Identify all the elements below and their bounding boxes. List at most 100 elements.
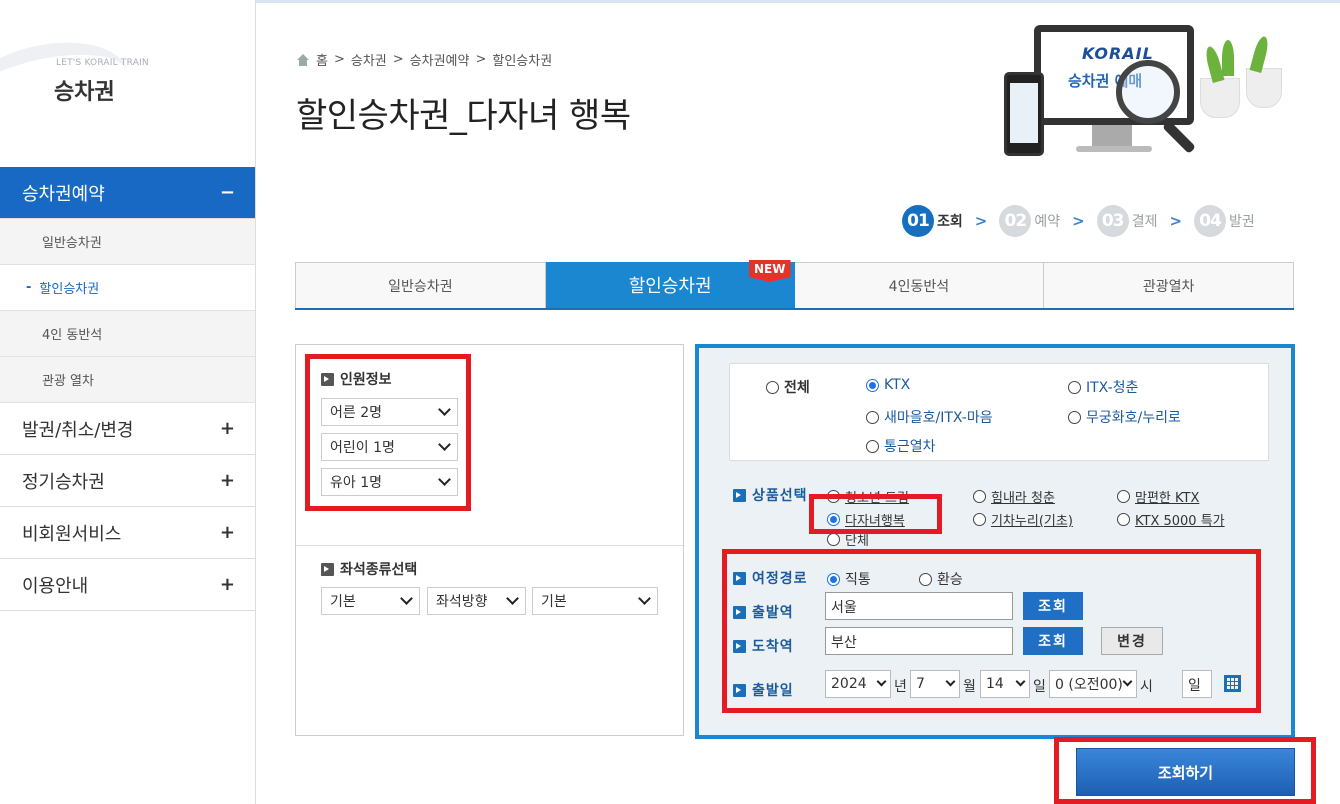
radio-label: 기차누리(기초) [991,514,1073,529]
select-value: 어른 2명 [330,405,382,421]
home-icon[interactable] [296,53,310,66]
menu-label: 발권/취소/변경 [22,419,134,441]
menu-guest-service[interactable]: 비회원서비스 + [0,507,255,559]
radio-label: 맘편한 KTX [1135,491,1200,506]
menu-ticket-reservation[interactable]: 승차권예약 − [0,167,255,219]
swap-stations-button[interactable]: 변경 [1101,627,1163,655]
product-multi-child-radio[interactable]: 다자녀행복 [827,510,905,529]
arrival-search-button[interactable]: 조회 [1023,627,1083,655]
monitor-base [1076,146,1152,152]
calendar-icon[interactable] [1224,675,1241,692]
breadcrumb-home[interactable]: 홈 [316,50,328,69]
sidebar-header: LET'S KORAIL TRAIN 승차권 [0,0,255,167]
select-value: 0 (오전00) [1055,677,1123,693]
step-3: 03 결제 [1096,205,1158,237]
progress-steps: 01 조회 > 02 예약 > 03 결제 > 04 발권 [902,205,1255,237]
collapse-icon[interactable]: − [220,182,235,203]
select-value: 좌석방향 [436,594,488,610]
breadcrumb-separator: > [392,52,404,67]
magnifier-handle [1162,120,1196,154]
month-unit: 월 [963,679,976,695]
breadcrumb-separator: > [333,52,345,67]
submenu-general-ticket[interactable]: 일반승차권 [0,219,255,265]
year-select[interactable]: 2024 [825,670,891,698]
infant-count-select[interactable]: 유아 1명 [321,468,458,496]
weekday-display: 일 [1182,670,1212,698]
radio-label: 환승 [937,572,963,588]
select-value: 기본 [330,594,356,610]
step-label: 예약 [1034,214,1061,230]
departure-station-input[interactable]: 서울 [825,592,1013,620]
product-youth-dream-radio[interactable]: 청소년 드림 [827,487,909,506]
train-type-all-radio[interactable]: 전체 [766,377,810,397]
submenu-label: 일반승차권 [42,236,102,251]
section-label: 인원정보 [340,372,392,388]
product-cheer-up-youth-radio[interactable]: 힘내라 청춘 [973,487,1055,506]
sidebar-title: 승차권 [54,80,115,105]
menu-issue-cancel[interactable]: 발권/취소/변경 + [0,403,255,455]
step-label: 결제 [1131,214,1158,230]
adult-count-select[interactable]: 어른 2명 [321,398,458,426]
tab-general-ticket[interactable]: 일반승차권 [295,262,546,308]
product-ktx-5000-radio[interactable]: KTX 5000 특가 [1117,510,1225,529]
radio-circle [919,572,932,586]
menu-guide[interactable]: 이용안내 + [0,559,255,611]
select-value: 기본 [541,594,567,610]
radio-label: 전체 [784,380,810,396]
tab-tour-train[interactable]: 관광열차 [1044,262,1294,308]
seat-position-select[interactable]: 기본 [532,587,658,615]
route-direct-radio[interactable]: 직통 [827,569,871,589]
expand-icon[interactable]: + [220,470,235,491]
month-select[interactable]: 7 [910,670,960,698]
radio-circle [1117,490,1130,503]
train-type-ktx-radio[interactable]: KTX [866,377,910,393]
train-type-saemaeul-radio[interactable]: 새마을호/ITX-마음 [866,407,993,427]
train-type-mugunghwa-radio[interactable]: 무궁화호/누리로 [1068,407,1181,427]
arrow-box-icon [321,372,334,386]
tab-discount-ticket[interactable]: 할인승차권 NEW [545,260,795,308]
breadcrumb-item[interactable]: 승차권예약 [410,50,470,69]
arrow-box-icon [733,683,746,697]
menu-label: 비회원서비스 [22,523,122,545]
expand-icon[interactable]: + [220,522,235,543]
select-value: 14 [986,676,1004,692]
radio-label: 무궁화호/누리로 [1086,410,1181,426]
route-transfer-radio[interactable]: 환승 [919,569,963,589]
arrow-box-icon [321,562,334,576]
select-value: 7 [916,676,925,692]
menu-season-ticket[interactable]: 정기승차권 + [0,455,255,507]
seat-type-select[interactable]: 기본 [321,587,420,615]
day-select[interactable]: 14 [980,670,1030,698]
submenu-discount-ticket[interactable]: - 할인승차권 [0,265,255,311]
breadcrumb-item[interactable]: 승차권 [351,50,387,69]
product-mom-ktx-radio[interactable]: 맘편한 KTX [1117,487,1199,506]
search-trains-button[interactable]: 조회하기 [1076,748,1295,796]
menu-label: 이용안내 [22,575,89,597]
hour-select[interactable]: 0 (오전00) [1049,670,1137,698]
departure-search-button[interactable]: 조회 [1023,592,1083,620]
radio-circle [1117,513,1130,526]
divider [296,545,683,546]
chevron-down-icon [506,592,519,605]
plant-pot [1200,78,1240,118]
expand-icon[interactable]: + [220,418,235,439]
seat-direction-select[interactable]: 좌석방향 [427,587,526,615]
expand-icon[interactable]: + [220,574,235,595]
tab-four-seat[interactable]: 4인동반석 [794,262,1045,308]
date-label: 출발일 [733,680,794,700]
arrival-station-input[interactable]: 부산 [825,627,1013,655]
train-type-commuter-radio[interactable]: 통근열차 [866,436,936,456]
step-number: 01 [902,205,934,237]
product-gicha-nuri-radio[interactable]: 기차누리(기초) [973,510,1073,529]
radio-label: 청소년 드림 [845,491,909,506]
chevron-down-icon [876,676,887,687]
radio-circle [827,513,840,526]
train-type-itx-radio[interactable]: ITX-청춘 [1068,377,1138,397]
submenu-tour-train[interactable]: 관광 열차 [0,357,255,403]
submenu-four-seat[interactable]: 4인 동반석 [0,311,255,357]
product-group-radio[interactable]: 단체 [827,532,869,546]
child-count-select[interactable]: 어린이 1명 [321,433,458,461]
select-value: 2024 [831,676,867,692]
chevron-down-icon [1122,676,1133,687]
breadcrumb: 홈 > 승차권 > 승차권예약 > 할인승차권 [296,50,552,69]
